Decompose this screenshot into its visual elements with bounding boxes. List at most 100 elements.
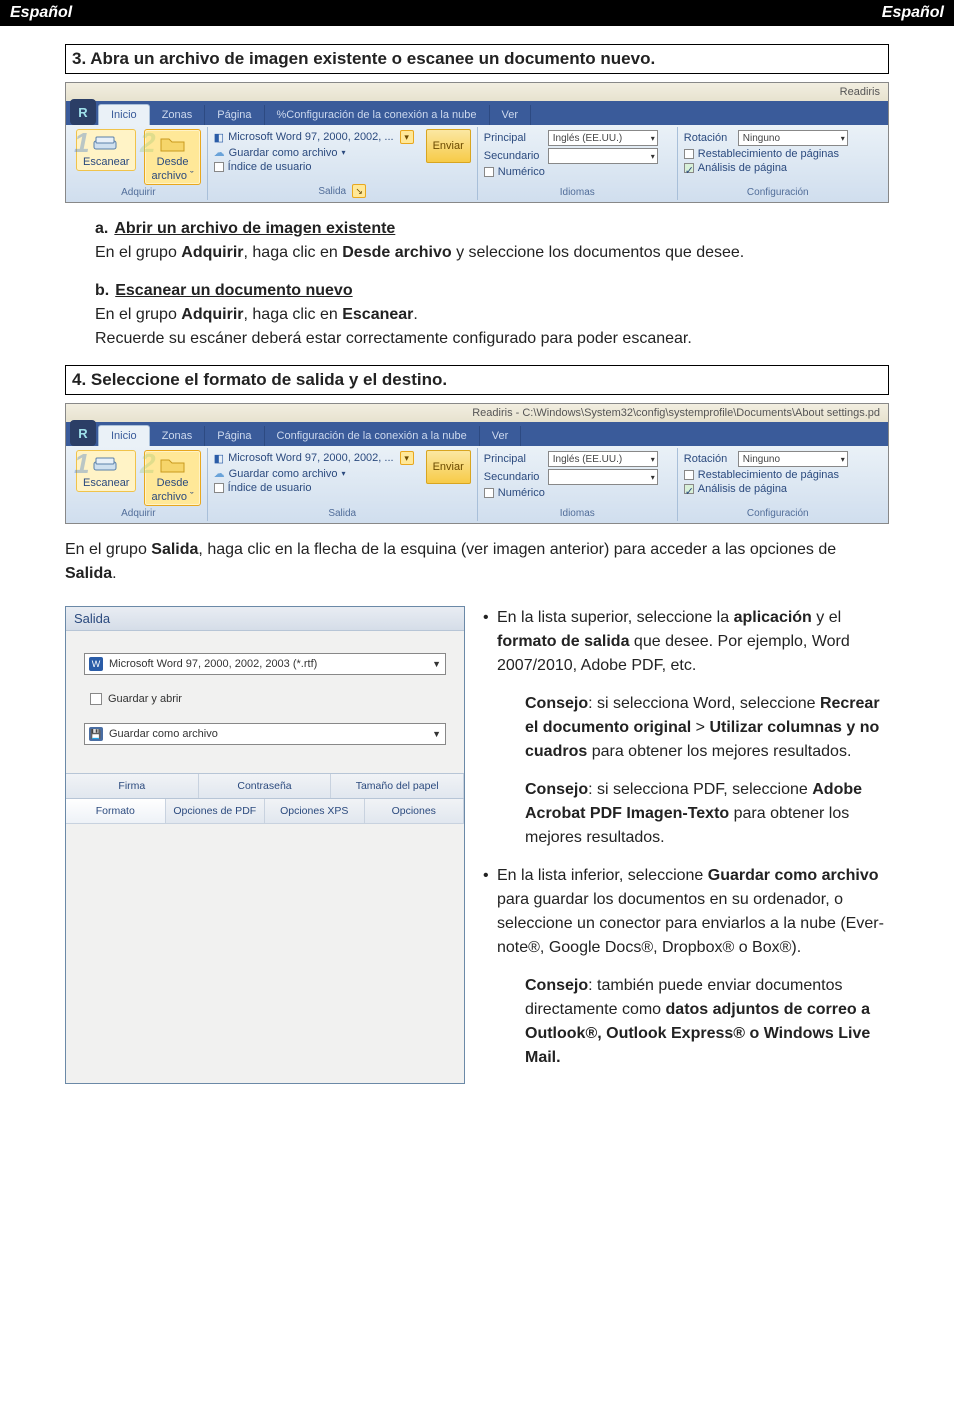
group-idiomas: Idiomas [484,187,671,198]
format-combo[interactable]: W Microsoft Word 97, 2000, 2002, 2003 (*… [84,653,446,675]
group-config: Configuración [684,508,872,519]
app-icon[interactable]: R [70,99,96,125]
lang-secundario-label: Secundario [484,471,544,483]
app-title-2: Readiris - C:\Windows\System32\config\sy… [472,407,880,419]
lang-numerico-label: Numérico [498,487,545,499]
checkbox-icon[interactable] [484,167,494,177]
tab-pagina[interactable]: Página [205,105,264,125]
tab-ver[interactable]: Ver [490,105,532,125]
header-left: Español [10,4,72,22]
group-adquirir: Adquirir [76,187,201,198]
step4-title: 4. Seleccione el formato de salida y el … [65,365,889,395]
checkbox-icon[interactable] [484,488,494,498]
rot-dd[interactable]: Ninguno▾ [738,451,848,467]
checkbox-checked-icon[interactable]: ✓ [684,484,694,494]
lang-principal-label: Principal [484,453,544,465]
tips-column: • En la lista superior, seleccione la ap… [483,606,889,1084]
open-after-save-check[interactable]: Guardar y abrir [84,693,446,705]
group-salida: Salida [214,508,471,519]
chevron-down-icon: ▼ [432,729,441,739]
tab-nube[interactable]: Configuración de la conexión a la nube [265,426,480,446]
folder-icon [159,132,187,154]
output-dest-row[interactable]: ☁Guardar como archivo▾ [214,466,414,481]
group-salida: Salida [318,186,346,197]
tab-opciones[interactable]: Opciones [365,799,465,823]
output-dest-row[interactable]: ☁Guardar como archivo▾ [214,145,414,160]
tab-opc-pdf[interactable]: Opciones de PDF [166,799,266,823]
rot-label: Rotación [684,453,734,465]
output-index-row[interactable]: Índice de usuario [214,481,414,495]
overlay-1: 1 [74,127,90,159]
lang-principal-dd[interactable]: Inglés (EE.UU.)▾ [548,451,658,467]
lang-secundario-dd[interactable]: ▾ [548,469,658,485]
tab-ver[interactable]: Ver [480,426,522,446]
app-icon[interactable]: R [70,420,96,446]
analisis-label: Análisis de página [698,483,787,495]
scanner-icon [92,132,120,154]
lang-numerico-label: Numérico [498,166,545,178]
tab-pagina[interactable]: Página [205,426,264,446]
folder-icon [159,453,187,475]
lang-secundario-dd[interactable]: ▾ [548,148,658,164]
checkbox-icon [214,483,224,493]
rot-dd[interactable]: Ninguno▾ [738,130,848,146]
lang-secundario-label: Secundario [484,150,544,162]
dialog-tabs-row1: Firma Contraseña Tamaño del papel [66,773,464,798]
checkbox-icon [214,162,224,172]
checkbox-checked-icon[interactable]: ✓ [684,163,694,173]
restab-label: Restablecimiento de páginas [698,148,839,160]
ribbon-2: Readiris - C:\Windows\System32\config\sy… [65,403,889,524]
dialog-tabs-row2: Formato Opciones de PDF Opciones XPS Opc… [66,798,464,823]
word-icon: ◧ [214,131,224,144]
tab-zonas[interactable]: Zonas [150,105,206,125]
group-adquirir: Adquirir [76,508,201,519]
step3a-text: a.Abrir un archivo de imagen existente E… [95,217,889,265]
cloud-icon: ☁ [214,467,225,480]
overlay-1: 1 [74,448,90,480]
dialog-title: Salida [66,607,464,631]
output-index-row[interactable]: Índice de usuario [214,160,414,174]
step4-body: En el grupo Salida, haga clic en la flec… [65,538,889,586]
tab-papel[interactable]: Tamaño del papel [331,774,464,798]
tab-zonas[interactable]: Zonas [150,426,206,446]
send-button[interactable]: Enviar [426,129,471,163]
dest-combo[interactable]: 💾 Guardar como archivo ▼ [84,723,446,745]
group-config: Configuración [684,187,872,198]
step3b-text: b.Escanear un documento nuevo En el grup… [95,279,889,351]
tab-opc-xps[interactable]: Opciones XPS [265,799,365,823]
salida-dialog: Salida W Microsoft Word 97, 2000, 2002, … [65,606,465,1084]
ribbon-1: Readiris R Inicio Zonas Página %Configur… [65,82,889,203]
overlay-2: 2 [140,448,156,480]
word-icon: W [89,657,103,671]
lang-principal-dd[interactable]: Inglés (EE.UU.)▾ [548,130,658,146]
output-format-row[interactable]: ◧Microsoft Word 97, 2000, 2002, ...▾ [214,450,414,466]
checkbox-icon [90,693,102,705]
chevron-down-icon: ▼ [432,659,441,669]
send-button[interactable]: Enviar [426,450,471,484]
lang-principal-label: Principal [484,132,544,144]
scanner-icon [92,453,120,475]
checkbox-icon[interactable] [684,470,694,480]
tab-formato[interactable]: Formato [66,799,166,823]
page-header: Español Español [0,0,954,26]
format-dropdown-icon[interactable]: ▾ [400,451,414,465]
output-format-row[interactable]: ◧Microsoft Word 97, 2000, 2002, ...▾ [214,129,414,145]
word-icon: ◧ [214,452,224,465]
header-right: Español [882,4,944,22]
save-icon: 💾 [89,727,103,741]
salida-launcher-icon[interactable]: ↘ [352,184,366,198]
tab-inicio[interactable]: Inicio [98,425,150,446]
rot-label: Rotación [684,132,734,144]
restab-label: Restablecimiento de páginas [698,469,839,481]
tab-firma[interactable]: Firma [66,774,199,798]
tab-contrasena[interactable]: Contraseña [199,774,332,798]
format-dropdown-icon[interactable]: ▾ [400,130,414,144]
cloud-icon: ☁ [214,146,225,159]
tab-nube[interactable]: %Configuración de la conexión a la nube [265,105,490,125]
app-title: Readiris [840,86,880,98]
step3-title: 3. Abra un archivo de imagen existente o… [65,44,889,74]
checkbox-icon[interactable] [684,149,694,159]
tab-inicio[interactable]: Inicio [98,104,150,125]
overlay-2: 2 [140,127,156,159]
group-idiomas: Idiomas [484,508,671,519]
